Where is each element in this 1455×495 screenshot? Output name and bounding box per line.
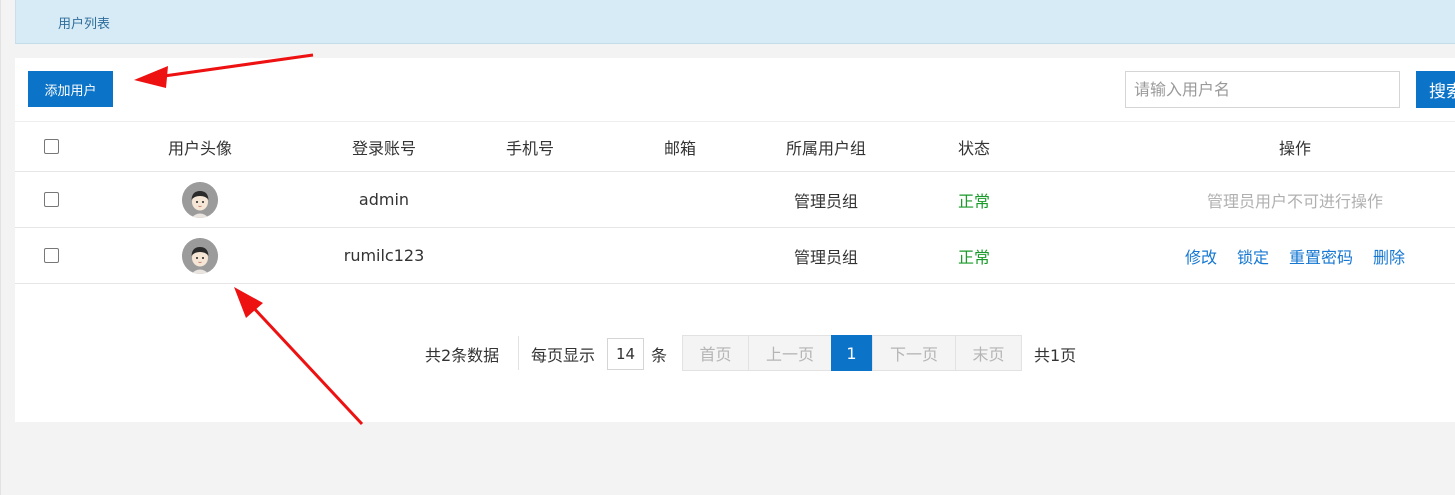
left-border xyxy=(0,0,1,495)
row-login: rumilc123 xyxy=(343,246,425,265)
user-table: 用户头像 登录账号 手机号 邮箱 所属用户组 状态 操作 admin 管理员组 … xyxy=(15,121,1455,284)
delete-link[interactable]: 删除 xyxy=(1373,244,1405,268)
add-user-button[interactable]: 添加用户 xyxy=(28,71,113,107)
row-phone xyxy=(485,172,575,227)
pagination-divider xyxy=(518,336,519,370)
lock-link[interactable]: 锁定 xyxy=(1237,244,1269,268)
row-email xyxy=(635,172,725,227)
user-avatar-icon xyxy=(182,237,218,274)
header-email: 邮箱 xyxy=(663,138,696,158)
select-all-checkbox[interactable] xyxy=(44,122,60,171)
breadcrumb-title: 用户列表 xyxy=(58,17,111,32)
prev-page-button[interactable]: 上一页 xyxy=(748,335,832,371)
row-login: admin xyxy=(358,190,410,209)
row-checkbox[interactable] xyxy=(44,172,60,227)
table-row: rumilc123 管理员组 正常 修改 锁定 重置密码 删除 xyxy=(15,228,1455,284)
page-1-button[interactable]: 1 xyxy=(831,335,872,371)
header-group: 所属用户组 xyxy=(785,138,866,158)
row-email xyxy=(635,228,725,283)
row-checkbox[interactable] xyxy=(44,228,60,283)
table-header-row: 用户头像 登录账号 手机号 邮箱 所属用户组 状态 操作 xyxy=(15,121,1455,172)
search-input[interactable] xyxy=(1125,71,1400,108)
header-phone: 手机号 xyxy=(505,138,554,158)
status-badge: 正常 xyxy=(957,247,990,267)
breadcrumb: 用户列表 xyxy=(15,0,1455,44)
edit-link[interactable]: 修改 xyxy=(1185,244,1217,268)
header-avatar: 用户头像 xyxy=(167,138,232,158)
header-actions: 操作 xyxy=(1278,138,1311,158)
reset-password-link[interactable]: 重置密码 xyxy=(1289,244,1353,268)
user-list-panel: 添加用户 搜索 用户头像 登录账号 手机号 邮箱 所属用户组 状态 操作 xyxy=(15,58,1455,422)
search-button[interactable]: 搜索 xyxy=(1416,71,1455,108)
header-status: 状态 xyxy=(957,138,990,158)
per-page-input[interactable]: 14 xyxy=(607,338,644,370)
row-group: 管理员组 xyxy=(793,247,858,267)
per-page-label: 每页显示 xyxy=(531,346,596,365)
pagination-total: 共2条数据 xyxy=(425,346,500,365)
row-phone xyxy=(485,228,575,283)
user-avatar-icon xyxy=(182,181,218,218)
pagination-page-count: 共1页 xyxy=(1034,346,1077,365)
first-page-button[interactable]: 首页 xyxy=(682,335,749,371)
per-page-unit: 条 xyxy=(651,346,668,365)
status-badge: 正常 xyxy=(957,191,990,211)
admin-no-action-note: 管理员用户不可进行操作 xyxy=(1206,191,1383,211)
row-group: 管理员组 xyxy=(793,191,858,211)
next-page-button[interactable]: 下一页 xyxy=(872,335,956,371)
table-row: admin 管理员组 正常 管理员用户不可进行操作 xyxy=(15,172,1455,228)
header-login: 登录账号 xyxy=(351,138,416,158)
pagination: 共2条数据 每页显示 14 条 首页 上一页 1 下一页 末页 共1页 xyxy=(15,334,1455,372)
last-page-button[interactable]: 末页 xyxy=(955,335,1022,371)
